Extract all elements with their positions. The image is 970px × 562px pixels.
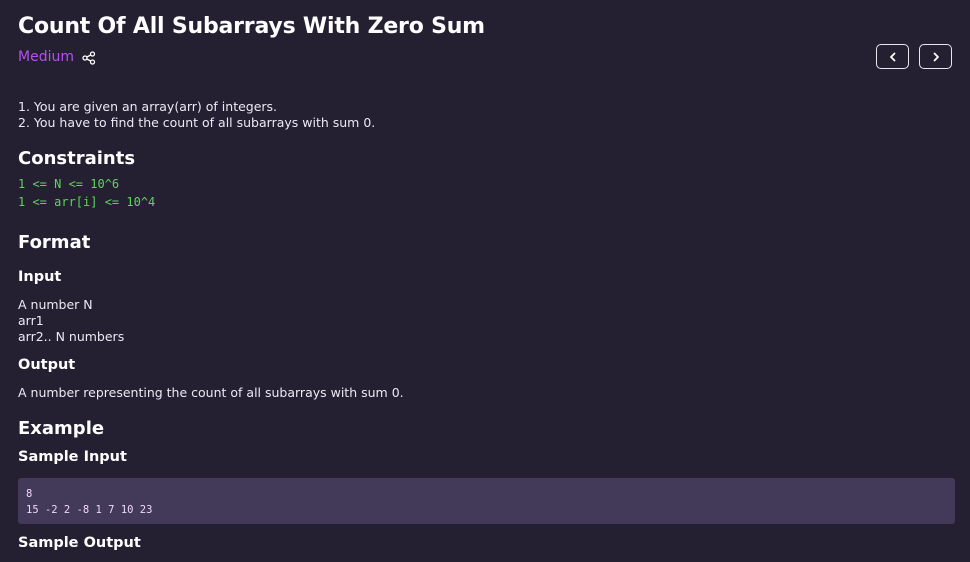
constraint-line-1: 1 <= N <= 10^6 xyxy=(18,177,120,191)
format-heading: Format xyxy=(18,232,91,253)
chevron-left-icon xyxy=(889,52,895,61)
prev-problem-button[interactable] xyxy=(876,44,909,69)
problem-title: Count Of All Subarrays With Zero Sum xyxy=(18,14,485,39)
output-heading: Output xyxy=(18,357,76,373)
constraints-heading: Constraints xyxy=(18,148,136,169)
input-heading: Input xyxy=(18,269,62,285)
next-problem-button[interactable] xyxy=(919,44,952,69)
description-line-2: 2. You have to find the count of all sub… xyxy=(18,115,376,130)
input-line-3: arr2.. N numbers xyxy=(18,329,125,344)
problem-meta: Medium xyxy=(18,49,96,65)
sample-output-heading: Sample Output xyxy=(18,535,141,551)
difficulty-badge: Medium xyxy=(18,49,74,65)
sample-input-line-1: 8 xyxy=(26,488,33,500)
input-line-2: arr1 xyxy=(18,313,44,328)
example-heading: Example xyxy=(18,418,105,439)
sample-input-line-2: 15 -2 2 -8 1 7 10 23 xyxy=(26,504,153,516)
description-line-1: 1. You are given an array(arr) of intege… xyxy=(18,99,278,114)
output-description: A number representing the count of all s… xyxy=(18,385,404,400)
share-icon[interactable] xyxy=(82,50,96,65)
sample-input-block: 8 15 -2 2 -8 1 7 10 23 xyxy=(18,478,955,524)
sample-input-heading: Sample Input xyxy=(18,449,127,465)
chevron-right-icon xyxy=(933,52,939,61)
constraint-line-2: 1 <= arr[i] <= 10^4 xyxy=(18,195,156,209)
input-line-1: A number N xyxy=(18,297,93,312)
